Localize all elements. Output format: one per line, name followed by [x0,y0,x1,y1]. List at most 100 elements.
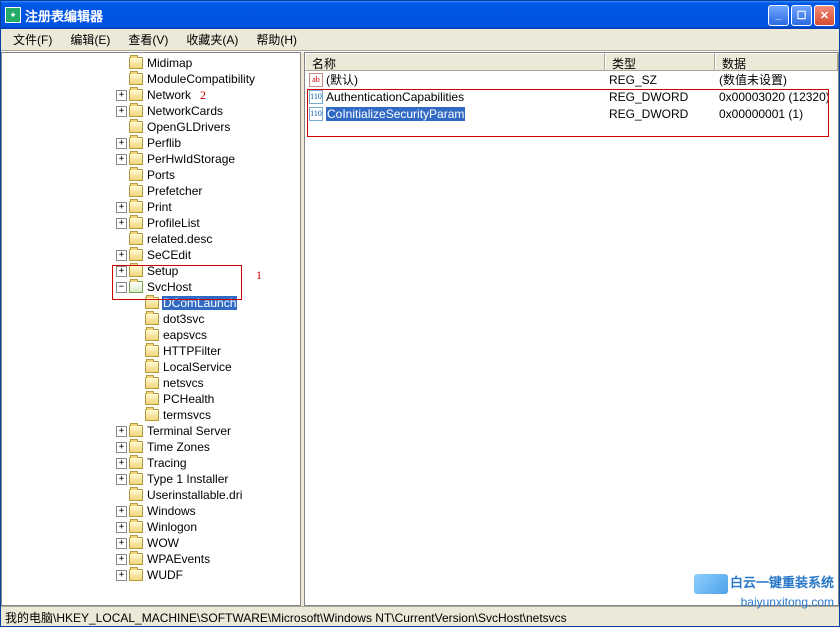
expand-icon[interactable]: + [116,554,127,565]
tree-node[interactable]: + Print [4,199,300,215]
tree-node[interactable]: + Tracing [4,455,300,471]
tree-label[interactable]: ModuleCompatibility [146,72,256,86]
tree-node[interactable]: + WOW [4,535,300,551]
tree-node[interactable]: related.desc [4,231,300,247]
tree-label[interactable]: netsvcs [162,376,205,390]
value-row[interactable]: ab(默认)REG_SZ(数值未设置) [305,71,838,88]
tree-node[interactable]: + Perflib [4,135,300,151]
tree-node[interactable]: + PerHwIdStorage [4,151,300,167]
tree-label[interactable]: termsvcs [162,408,212,422]
tree-node[interactable]: Prefetcher [4,183,300,199]
tree-label[interactable]: Ports [146,168,176,182]
maximize-button[interactable]: ☐ [791,5,812,26]
tree-label[interactable]: Perflib [146,136,182,150]
tree-label[interactable]: Tracing [146,456,188,470]
tree-node[interactable]: eapsvcs [4,327,300,343]
expand-icon[interactable]: + [116,474,127,485]
menu-favorites[interactable]: 收藏夹(A) [178,29,246,50]
tree-node[interactable]: OpenGLDrivers [4,119,300,135]
value-rows[interactable]: ab(默认)REG_SZ(数值未设置)110AuthenticationCapa… [305,71,838,605]
tree-node[interactable]: Midimap [4,55,300,71]
tree-label[interactable]: dot3svc [162,312,205,326]
expand-icon[interactable]: + [116,458,127,469]
tree-node[interactable]: termsvcs [4,407,300,423]
tree-label[interactable]: Prefetcher [146,184,203,198]
expand-icon[interactable]: + [116,202,127,213]
expand-icon[interactable]: + [116,266,127,277]
tree-label[interactable]: Windows [146,504,197,518]
tree-label[interactable]: Print [146,200,173,214]
tree-label[interactable]: SeCEdit [146,248,192,262]
column-type[interactable]: 类型 [605,53,715,70]
expand-icon[interactable]: + [116,90,127,101]
tree-label[interactable]: ProfileList [146,216,201,230]
tree-node[interactable]: + Winlogon [4,519,300,535]
tree-node[interactable]: + Windows [4,503,300,519]
expand-icon[interactable]: + [116,250,127,261]
expand-icon[interactable]: + [116,570,127,581]
menu-view[interactable]: 查看(V) [120,29,176,50]
expand-icon[interactable]: + [116,218,127,229]
tree-label[interactable]: Setup [146,264,179,278]
expand-icon[interactable]: + [116,154,127,165]
tree-label[interactable]: OpenGLDrivers [146,120,231,134]
tree-node[interactable]: Userinstallable.dri [4,487,300,503]
tree-label[interactable]: Midimap [146,56,193,70]
collapse-icon[interactable]: − [116,282,127,293]
tree-label[interactable]: PerHwIdStorage [146,152,236,166]
tree-node[interactable]: + Type 1 Installer [4,471,300,487]
value-row[interactable]: 110CoInitializeSecurityParamREG_DWORD0x0… [305,105,838,122]
tree-node[interactable]: + NetworkCards [4,103,300,119]
expand-icon[interactable]: + [116,506,127,517]
tree-node[interactable]: + Terminal Server [4,423,300,439]
column-data[interactable]: 数据 [715,53,838,70]
tree-label[interactable]: eapsvcs [162,328,208,342]
tree-label[interactable]: Terminal Server [146,424,232,438]
expand-icon[interactable]: + [116,426,127,437]
menu-edit[interactable]: 编辑(E) [62,29,118,50]
expand-icon[interactable]: + [116,522,127,533]
expand-icon[interactable]: + [116,106,127,117]
tree-label[interactable]: SvcHost [146,280,193,294]
tree-label[interactable]: PCHealth [162,392,215,406]
tree-node[interactable]: + SeCEdit [4,247,300,263]
expand-icon[interactable]: + [116,442,127,453]
tree-node[interactable]: + WUDF [4,567,300,583]
tree-node[interactable]: + WPAEvents [4,551,300,567]
tree-pane[interactable]: MidimapModuleCompatibility+Network2+Netw… [1,52,301,606]
expand-icon[interactable]: + [116,538,127,549]
tree-node[interactable]: +Network2 [4,87,300,103]
registry-tree[interactable]: MidimapModuleCompatibility+Network2+Netw… [2,53,300,585]
titlebar[interactable]: ✦ 注册表编辑器 _ ☐ ✕ [1,1,839,29]
expand-icon[interactable]: + [116,138,127,149]
tree-node[interactable]: dot3svc [4,311,300,327]
tree-label[interactable]: Network [146,88,192,102]
menu-file[interactable]: 文件(F) [5,29,60,50]
minimize-button[interactable]: _ [768,5,789,26]
tree-label[interactable]: DComLaunch [162,296,237,310]
tree-node[interactable]: + ProfileList [4,215,300,231]
tree-node[interactable]: HTTPFilter [4,343,300,359]
tree-label[interactable]: WUDF [146,568,184,582]
tree-label[interactable]: Type 1 Installer [146,472,229,486]
tree-node[interactable]: + Time Zones [4,439,300,455]
tree-label[interactable]: NetworkCards [146,104,224,118]
tree-node[interactable]: LocalService [4,359,300,375]
tree-node[interactable]: DComLaunch [4,295,300,311]
tree-label[interactable]: Time Zones [146,440,211,454]
value-row[interactable]: 110AuthenticationCapabilitiesREG_DWORD0x… [305,88,838,105]
tree-label[interactable]: HTTPFilter [162,344,222,358]
tree-node[interactable]: Ports [4,167,300,183]
column-name[interactable]: 名称 [305,53,605,70]
close-button[interactable]: ✕ [814,5,835,26]
tree-label[interactable]: related.desc [146,232,213,246]
tree-label[interactable]: WOW [146,536,180,550]
tree-node[interactable]: netsvcs [4,375,300,391]
tree-label[interactable]: LocalService [162,360,233,374]
tree-label[interactable]: Winlogon [146,520,198,534]
tree-node[interactable]: ModuleCompatibility [4,71,300,87]
tree-node[interactable]: PCHealth [4,391,300,407]
menu-help[interactable]: 帮助(H) [248,29,305,50]
tree-label[interactable]: Userinstallable.dri [146,488,243,502]
tree-label[interactable]: WPAEvents [146,552,211,566]
